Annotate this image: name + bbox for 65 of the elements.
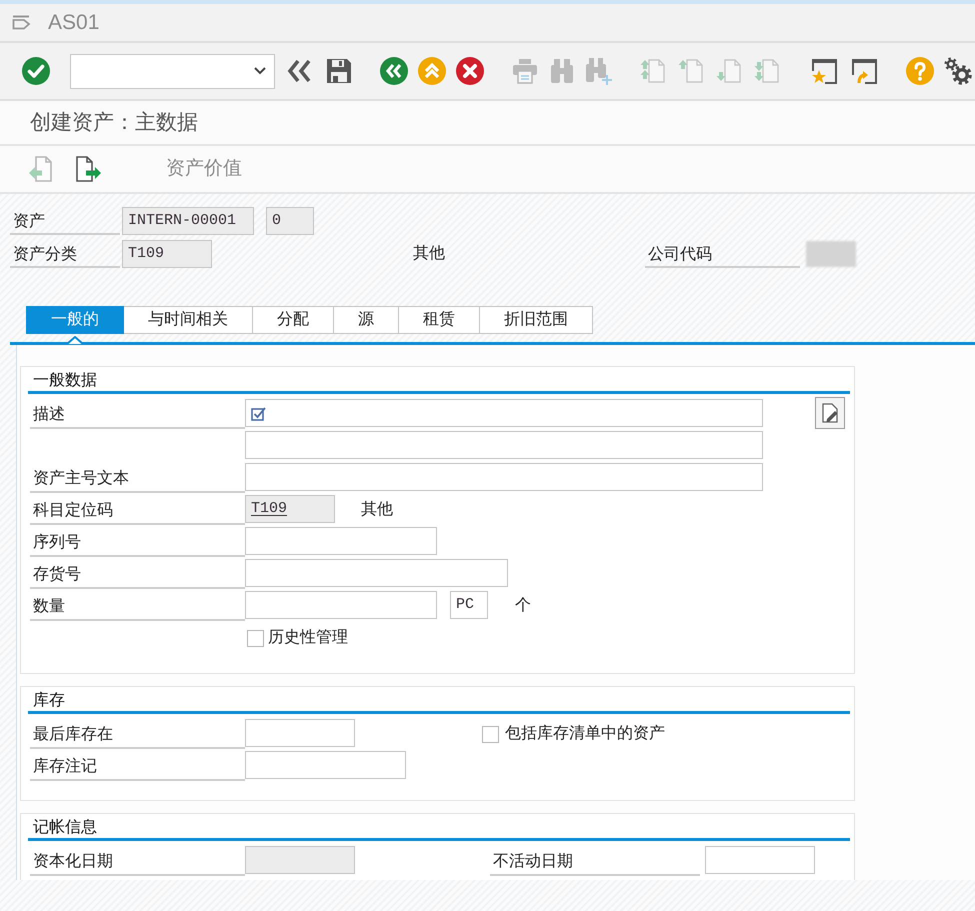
quantity-field[interactable]: [245, 591, 437, 619]
back-arrows-icon: [380, 57, 408, 85]
tab[interactable]: 与时间相关: [123, 306, 253, 334]
chevron-down-icon: [254, 67, 266, 75]
history-label: 历史性管理: [268, 628, 348, 648]
shortcut-button[interactable]: [849, 57, 879, 85]
collapse-button[interactable]: [287, 59, 313, 83]
binoculars-plus-icon: [585, 57, 613, 85]
up-arrows-icon: [418, 57, 446, 85]
description-field[interactable]: [245, 431, 763, 459]
printer-icon: [511, 58, 539, 84]
capitalization-date-field[interactable]: [245, 846, 355, 874]
group-title: 库存: [33, 690, 65, 710]
close-icon: [456, 57, 484, 85]
account-determination-field[interactable]: T109: [245, 495, 335, 523]
asset-subnumber-field[interactable]: 0: [266, 207, 314, 235]
check-circle-icon: [22, 57, 50, 85]
window-star-icon: [809, 57, 839, 85]
inventory-number-field[interactable]: [245, 559, 508, 587]
asset-number-field[interactable]: INTERN-00001: [122, 207, 254, 235]
exit-button[interactable]: [418, 57, 446, 85]
asset-label: 资产: [10, 207, 120, 235]
menu-icon: [12, 15, 31, 30]
window-arrow-icon: [849, 57, 879, 85]
settings-button[interactable]: [944, 57, 972, 85]
company-code-label: 公司代码: [645, 240, 800, 268]
new-session-button[interactable]: [809, 57, 839, 85]
history-checkbox[interactable]: [247, 630, 264, 646]
asset-class-field[interactable]: T109: [122, 240, 212, 268]
serial-number-field[interactable]: [245, 527, 437, 555]
command-field[interactable]: [70, 54, 275, 88]
group-title: 一般数据: [33, 370, 97, 390]
help-icon: [906, 57, 934, 85]
tab[interactable]: 源: [333, 306, 399, 334]
description-field[interactable]: [245, 399, 763, 427]
long-text-button[interactable]: [815, 397, 845, 429]
enter-button[interactable]: [22, 57, 50, 85]
help-button[interactable]: [906, 57, 934, 85]
binoculars-icon: [549, 58, 575, 84]
deactivation-date-field[interactable]: [705, 846, 815, 874]
inventory-list-checkbox[interactable]: [482, 726, 499, 742]
asset-main-number-text-field[interactable]: [245, 463, 763, 491]
page-left-arrow-icon: [28, 155, 53, 183]
tab[interactable]: 租赁: [398, 306, 480, 334]
asset-class-label: 资产分类: [10, 240, 120, 268]
last-inventory-date-field[interactable]: [245, 719, 355, 747]
next-screen-button[interactable]: [75, 155, 102, 183]
cancel-button[interactable]: [456, 57, 484, 85]
unit-text: 个: [515, 596, 531, 616]
save-button[interactable]: [325, 57, 353, 85]
tab[interactable]: 分配: [252, 306, 334, 334]
group-title: 记帐信息: [33, 818, 97, 838]
deactivation-date-label: 不活动日期: [490, 846, 700, 876]
unit-field[interactable]: PC: [450, 591, 488, 619]
screen-title: 创建资产：主数据: [30, 110, 198, 136]
double-chevron-left-icon: [287, 59, 313, 83]
asset-class-description: 其他: [413, 244, 445, 264]
inventory-note-field[interactable]: [245, 751, 406, 779]
page-right-arrow-icon: [75, 155, 102, 183]
inventory-list-label: 包括库存清单中的资产: [505, 724, 665, 744]
gear-icon: [944, 57, 972, 85]
back-button[interactable]: [380, 57, 408, 85]
window-title: AS01: [48, 10, 100, 36]
account-determination-description: 其他: [361, 500, 393, 520]
tab[interactable]: 折旧范围: [479, 306, 593, 334]
